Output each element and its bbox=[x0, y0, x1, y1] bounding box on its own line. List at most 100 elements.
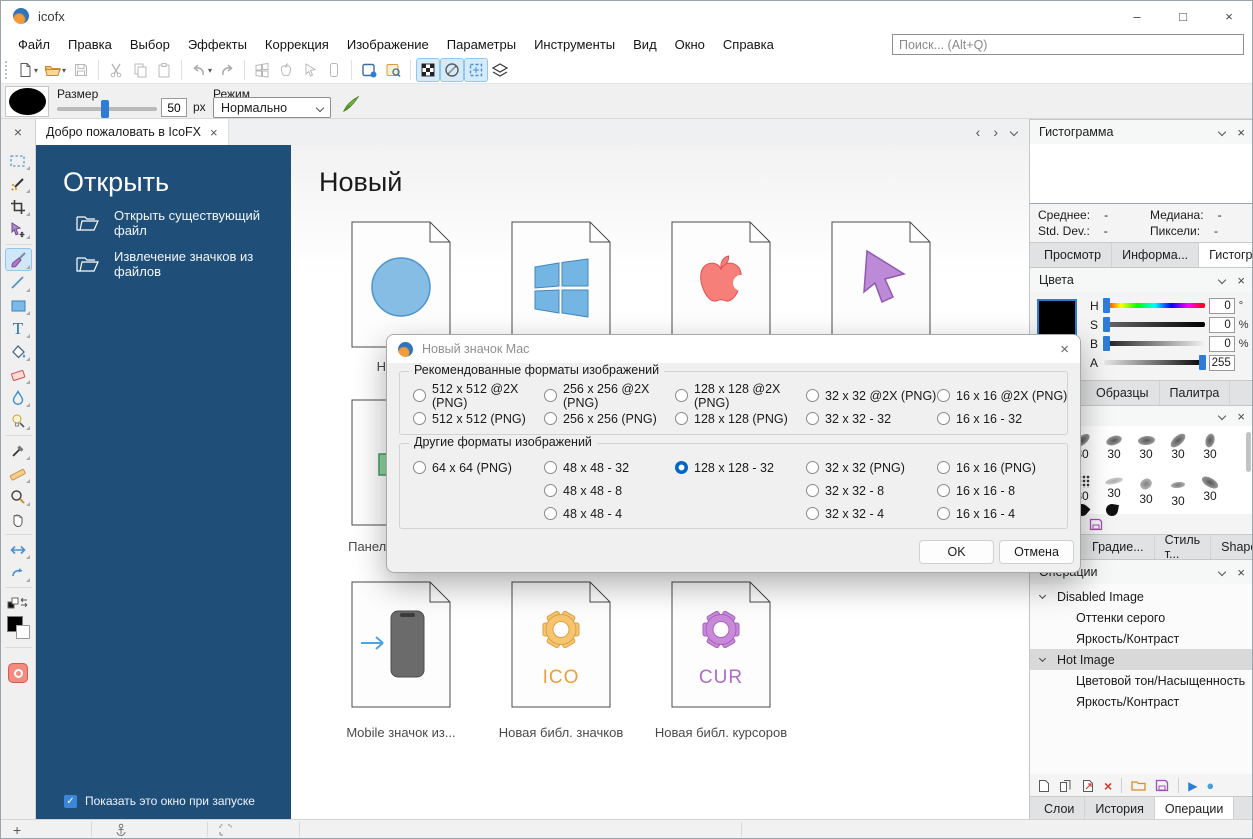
toolbar-gripper[interactable] bbox=[4, 60, 9, 80]
template-windows-icon[interactable] bbox=[511, 221, 611, 348]
menu-item[interactable]: Файл bbox=[9, 33, 59, 56]
selection-visibility-toggle[interactable] bbox=[464, 58, 489, 82]
blur-drop-tool[interactable] bbox=[5, 386, 32, 409]
format-radio[interactable]: 32 x 32 - 32 bbox=[806, 407, 937, 430]
radio-circle[interactable] bbox=[937, 461, 950, 474]
slider-handle[interactable] bbox=[1103, 298, 1111, 313]
operation-row[interactable]: Яркость/Контраст bbox=[1030, 691, 1252, 712]
background-color-swatch[interactable] bbox=[15, 625, 30, 639]
panel-tab[interactable]: Слои bbox=[1034, 797, 1086, 821]
radio-circle[interactable] bbox=[544, 389, 557, 402]
format-radio[interactable]: 512 x 512 (PNG) bbox=[413, 407, 544, 430]
open-action-link[interactable]: Извлечение значков из файлов bbox=[76, 249, 291, 279]
format-radio[interactable]: 32 x 32 @2X (PNG) bbox=[806, 384, 937, 407]
slider-handle[interactable] bbox=[1103, 336, 1111, 351]
template-mac-icon[interactable] bbox=[671, 221, 771, 348]
radio-circle[interactable] bbox=[806, 461, 819, 474]
tab-close-icon[interactable]: × bbox=[210, 125, 218, 140]
search-box[interactable] bbox=[892, 34, 1244, 55]
menu-item[interactable]: Правка bbox=[59, 33, 121, 56]
format-radio[interactable]: 16 x 16 - 4 bbox=[937, 502, 1068, 525]
slider-handle[interactable] bbox=[1199, 355, 1207, 370]
tab-list-chevron-icon[interactable] bbox=[1009, 127, 1019, 137]
template-cursor-library[interactable]: CUR bbox=[671, 581, 771, 708]
operation-row[interactable]: Цветовой тон/Насыщенность bbox=[1030, 670, 1252, 691]
template-cursor[interactable] bbox=[831, 221, 931, 348]
panel-close-icon[interactable]: × bbox=[1237, 565, 1245, 580]
export-operation-icon[interactable] bbox=[1082, 779, 1095, 793]
radio-circle[interactable] bbox=[544, 412, 557, 425]
dialog-close-icon[interactable]: × bbox=[1060, 341, 1069, 358]
save-set-icon[interactable] bbox=[1155, 779, 1169, 792]
open-file-button[interactable]: ▾ bbox=[41, 58, 69, 82]
magic-wand-tool[interactable] bbox=[5, 172, 32, 195]
test-icon-button[interactable] bbox=[357, 58, 381, 82]
tab-scroll-right-icon[interactable]: › bbox=[993, 124, 998, 140]
radio-circle[interactable] bbox=[806, 507, 819, 520]
radio-circle[interactable] bbox=[413, 389, 426, 402]
cancel-button[interactable]: Отмена bbox=[999, 540, 1074, 564]
new-windows-icon-button[interactable] bbox=[250, 58, 274, 82]
menu-item[interactable]: Вид bbox=[624, 33, 666, 56]
panel-tab[interactable]: Стиль т... bbox=[1155, 533, 1212, 561]
panel-collapse-chevron-icon[interactable] bbox=[1218, 127, 1227, 137]
format-radio[interactable]: 128 x 128 - 32 bbox=[675, 456, 806, 479]
template-icon-library[interactable]: ICO bbox=[511, 581, 611, 708]
format-radio[interactable]: 32 x 32 (PNG) bbox=[806, 456, 937, 479]
no-transparency-toggle[interactable] bbox=[440, 58, 465, 82]
radio-circle[interactable] bbox=[544, 461, 557, 474]
crop-tool[interactable] bbox=[5, 195, 32, 218]
color-slider[interactable] bbox=[1103, 336, 1206, 351]
slider-handle[interactable] bbox=[1103, 317, 1111, 332]
size-slider-handle[interactable] bbox=[101, 100, 109, 118]
mode-select[interactable]: Нормально bbox=[213, 97, 331, 118]
template-new-image[interactable] bbox=[351, 221, 451, 348]
panel-tab[interactable]: Палитра bbox=[1160, 381, 1231, 405]
search-input[interactable] bbox=[893, 35, 1243, 54]
panel-collapse-chevron-icon[interactable] bbox=[1218, 411, 1227, 421]
brush-item[interactable]: 30 bbox=[1162, 472, 1194, 514]
save-set-icon[interactable] bbox=[1089, 518, 1103, 531]
format-radio[interactable]: 16 x 16 - 32 bbox=[937, 407, 1068, 430]
dialog-titlebar[interactable]: Новый значок Mac × bbox=[387, 335, 1080, 363]
close-button[interactable]: × bbox=[1206, 1, 1252, 31]
antialias-pen-icon[interactable] bbox=[341, 94, 361, 114]
cut-button[interactable] bbox=[104, 58, 128, 82]
format-radio[interactable]: 256 x 256 @2X (PNG) bbox=[544, 382, 675, 410]
panel-tab[interactable]: Градие... bbox=[1082, 535, 1155, 559]
minimize-button[interactable]: – bbox=[1114, 1, 1160, 31]
radio-circle[interactable] bbox=[544, 484, 557, 497]
format-radio[interactable]: 128 x 128 @2X (PNG) bbox=[675, 382, 806, 410]
template-mobile-icon[interactable] bbox=[351, 581, 451, 708]
brush-item[interactable]: 30 bbox=[1194, 430, 1226, 472]
maximize-button[interactable]: □ bbox=[1160, 1, 1206, 31]
copy-button[interactable] bbox=[128, 58, 152, 82]
save-button[interactable] bbox=[69, 58, 93, 82]
retouch-tool[interactable] bbox=[5, 409, 32, 432]
run-operation-icon[interactable]: ▶ bbox=[1188, 779, 1197, 793]
slider-value[interactable]: 255 bbox=[1209, 354, 1235, 371]
radio-circle[interactable] bbox=[806, 412, 819, 425]
menu-item[interactable]: Выбор bbox=[121, 33, 179, 56]
fill-bucket-tool[interactable] bbox=[5, 340, 32, 363]
color-picker-tool[interactable] bbox=[5, 439, 32, 462]
new-mac-icon-button[interactable] bbox=[274, 58, 298, 82]
panel-tab[interactable]: Информа... bbox=[1112, 243, 1200, 267]
move-tool[interactable] bbox=[5, 218, 32, 241]
checkbox-checked-icon[interactable]: ✓ bbox=[64, 794, 77, 808]
format-radio[interactable]: 256 x 256 (PNG) bbox=[544, 407, 675, 430]
tab-welcome[interactable]: Добро пожаловать в IcoFX × bbox=[36, 119, 229, 145]
color-slider[interactable] bbox=[1103, 317, 1206, 332]
panel-collapse-chevron-icon[interactable] bbox=[1218, 275, 1227, 285]
brush-item[interactable]: 30 bbox=[1098, 430, 1130, 472]
tree-expand-chevron-icon[interactable] bbox=[1038, 591, 1047, 600]
panel-close-icon[interactable]: × bbox=[1237, 125, 1245, 140]
show-at-startup-checkbox[interactable]: ✓ Показать это окно при запуске bbox=[64, 794, 255, 808]
ruler-tool[interactable] bbox=[5, 462, 32, 485]
brush-item[interactable]: 30 bbox=[1130, 472, 1162, 514]
menu-item[interactable]: Справка bbox=[714, 33, 783, 56]
panel-tab[interactable]: Операции bbox=[1154, 797, 1235, 821]
menu-item[interactable]: Инструменты bbox=[525, 33, 624, 56]
palette-close-icon[interactable]: × bbox=[1, 119, 35, 145]
radio-circle[interactable] bbox=[544, 507, 557, 520]
